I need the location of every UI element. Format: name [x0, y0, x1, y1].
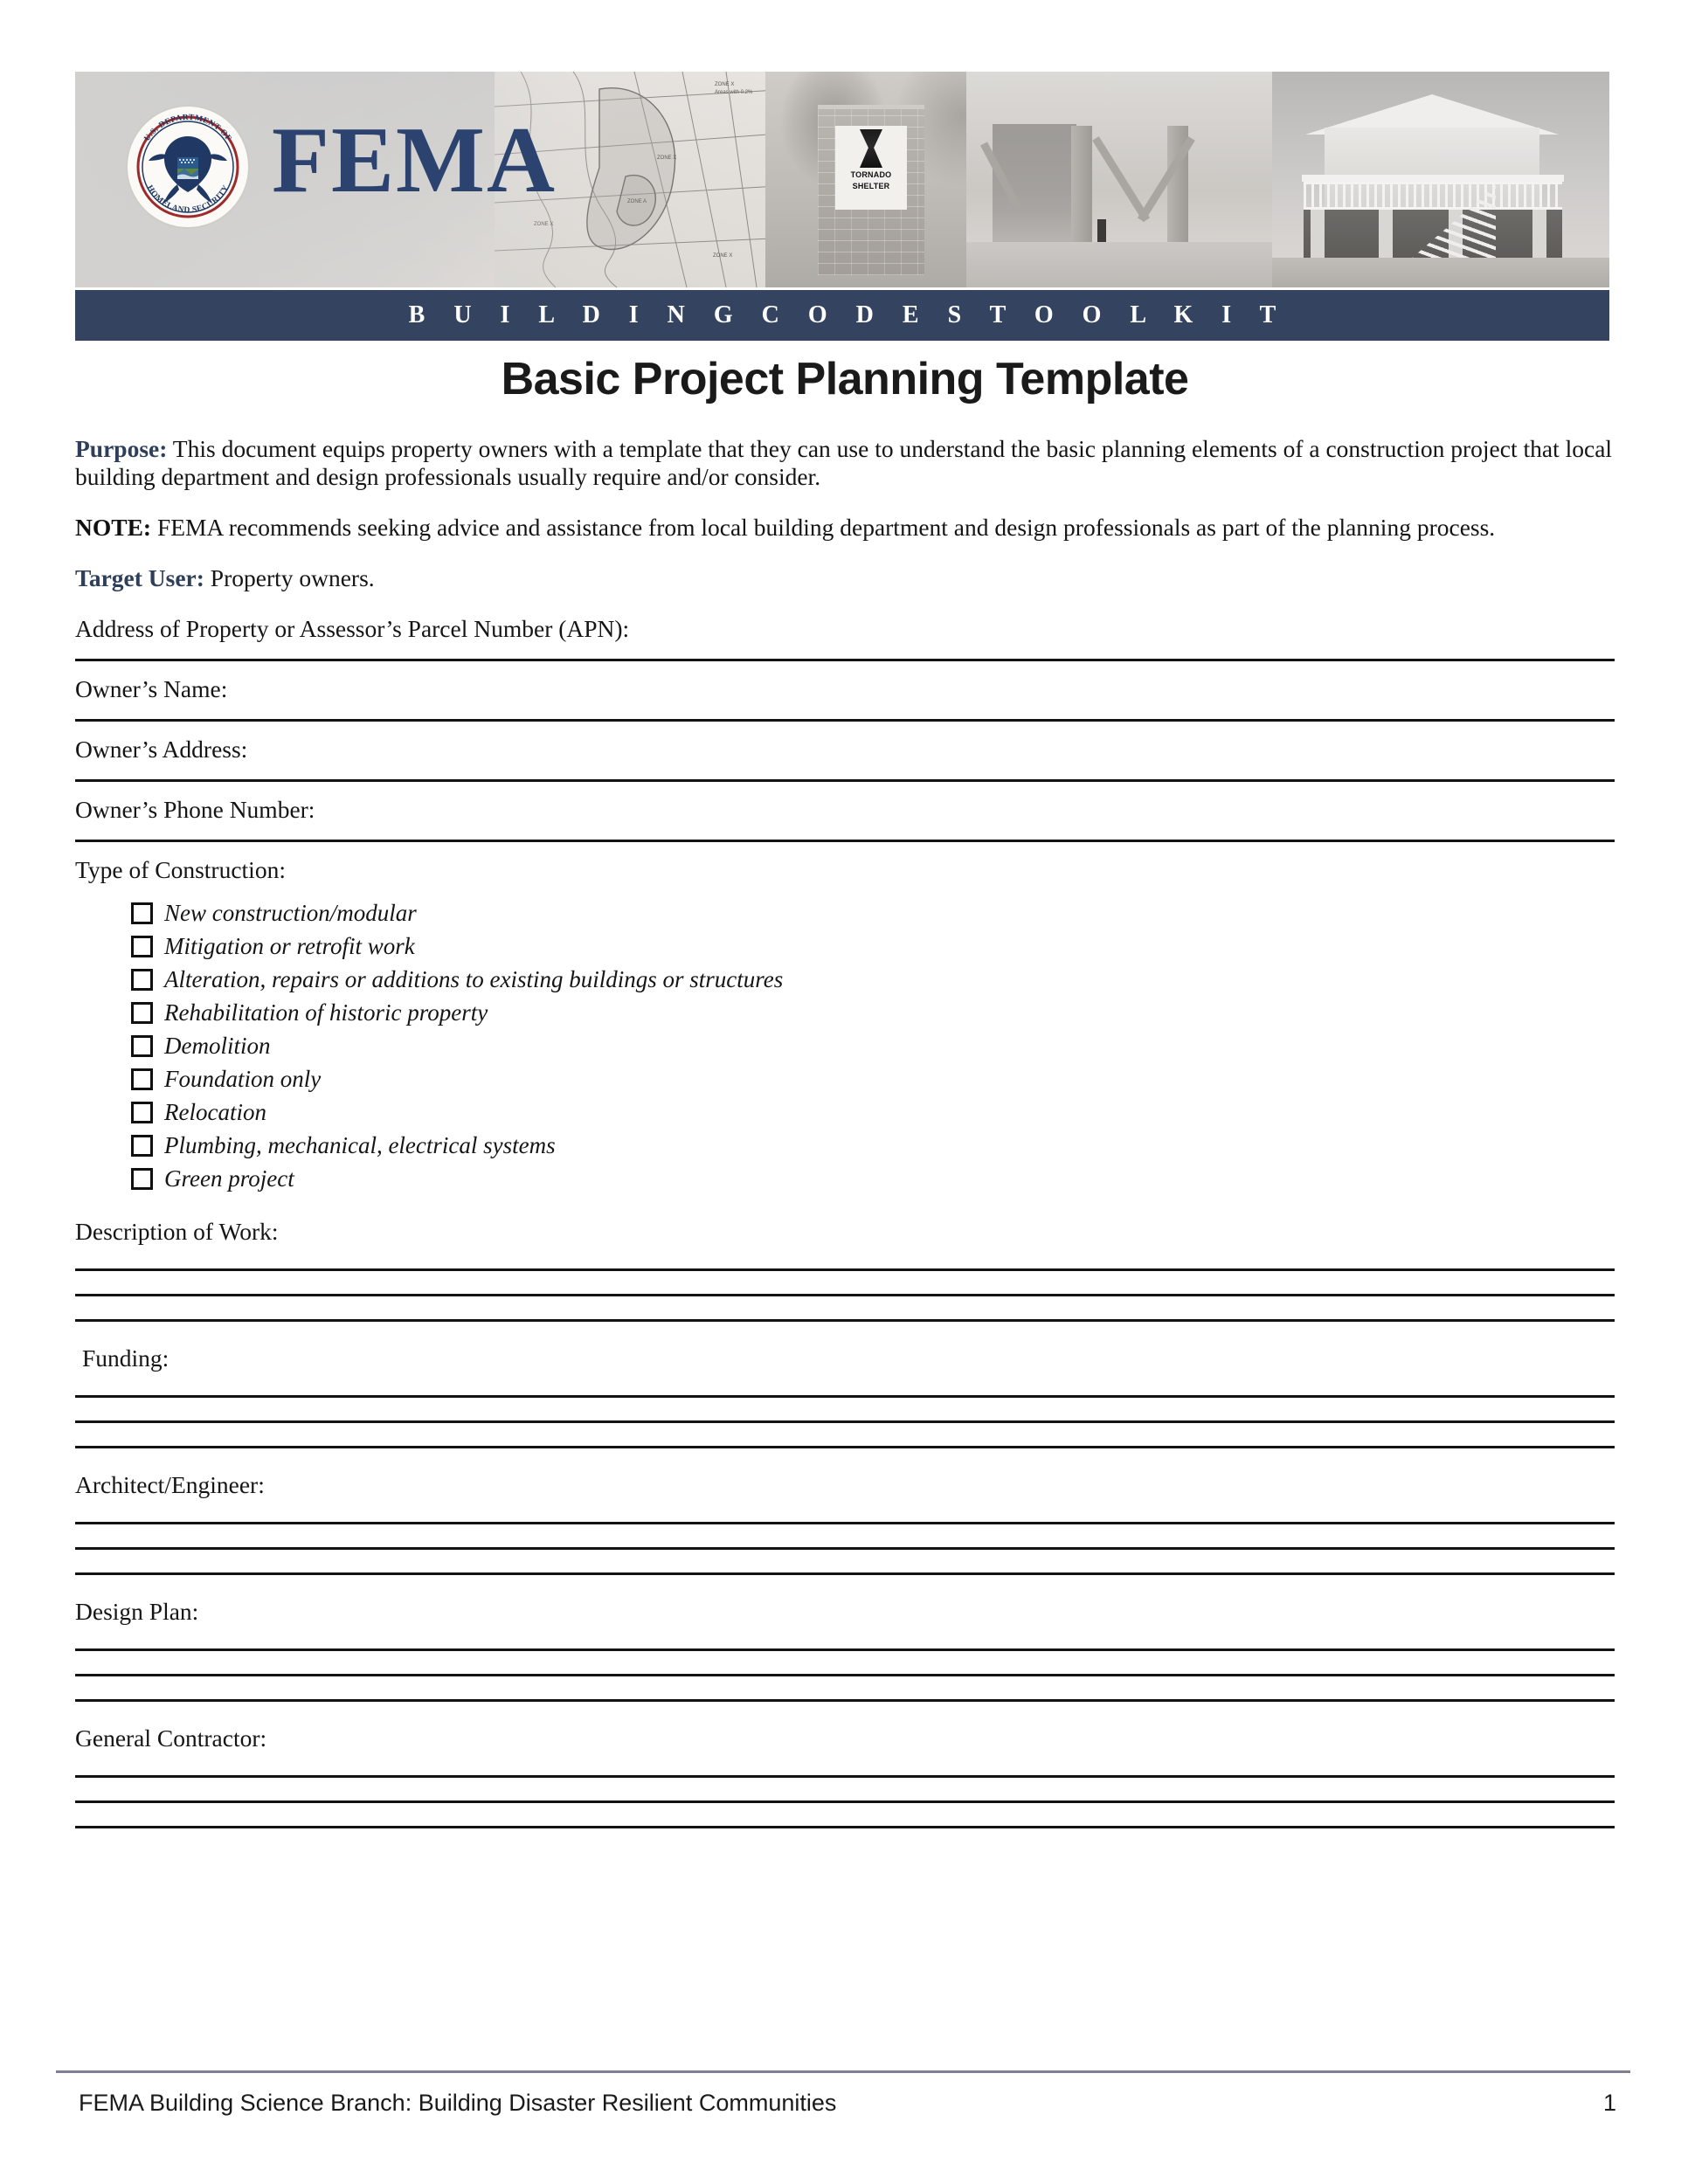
diagonal-brace — [1092, 136, 1151, 223]
checklist-item-label: Relocation — [164, 1099, 266, 1125]
pier — [1311, 210, 1325, 260]
plaza-floor — [966, 242, 1298, 287]
field-label-general-contractor: General Contractor: — [75, 1724, 267, 1752]
svg-text:ZONE X: ZONE X — [713, 253, 732, 259]
shelter-sign-line-1: TORNADO — [850, 170, 892, 179]
field-label-owner-name: Owner’s Name: — [75, 675, 228, 702]
building-codes-toolkit-bar: B U I L D I N G C O D E S T O O L K I T — [75, 290, 1609, 341]
pier-4 — [1532, 210, 1546, 260]
checklist-item[interactable]: Foundation only — [131, 1062, 1615, 1095]
checkbox-icon[interactable] — [131, 1034, 153, 1057]
field-architect-engineer: Architect/Engineer: — [75, 1471, 1615, 1575]
footer-text: FEMA Building Science Branch: Building D… — [79, 2090, 837, 2116]
field-owner-address: Owner’s Address: — [75, 736, 1615, 782]
elevated-house-photo — [1272, 72, 1609, 287]
checkbox-icon[interactable] — [131, 1167, 153, 1190]
pier-2 — [1379, 210, 1393, 260]
tornado-funnel-icon — [860, 129, 882, 168]
field-label-funding: Funding: — [82, 1344, 169, 1372]
write-in-line-contractor-3[interactable] — [75, 1826, 1615, 1828]
checklist-item[interactable]: Mitigation or retrofit work — [131, 930, 1615, 963]
checklist-item[interactable]: Alteration, repairs or additions to exis… — [131, 963, 1615, 996]
toolkit-bar-label: B U I L D I N G C O D E S T O O L K I T — [408, 301, 1288, 328]
checklist-item[interactable]: Rehabilitation of historic property — [131, 996, 1615, 1029]
tornado-shelter-sign: TORNADO SHELTER — [835, 126, 907, 210]
construction-type-checklist: New construction/modular Mitigation or r… — [75, 896, 1615, 1195]
shelter-sign-line-2: SHELTER — [852, 182, 890, 190]
field-label-type-of-construction: Type of Construction: — [75, 856, 286, 883]
checkbox-icon[interactable] — [131, 1001, 153, 1024]
document-body: Basic Project Planning Template Purpose:… — [75, 353, 1615, 1828]
checklist-item-label: Alteration, repairs or additions to exis… — [164, 966, 784, 992]
checkbox-icon[interactable] — [131, 1101, 153, 1123]
target-user-paragraph: Target User: Property owners. — [75, 564, 1615, 592]
document-page: ZONE X Areas with 0.2% ZONE X ZONE A ZON… — [0, 0, 1688, 2184]
target-user-lead: Target User: — [75, 564, 204, 591]
checklist-item-label: Demolition — [164, 1033, 271, 1059]
fema-wordmark: FEMA — [272, 108, 557, 212]
checklist-item-label: New construction/modular — [164, 900, 417, 926]
checkbox-icon[interactable] — [131, 935, 153, 957]
field-owner-name: Owner’s Name: — [75, 675, 1615, 722]
checklist-item-label: Mitigation or retrofit work — [164, 933, 415, 959]
braced-building-photo — [966, 72, 1298, 287]
field-description-of-work: Description of Work: — [75, 1218, 1615, 1322]
field-design-plan: Design Plan: — [75, 1598, 1615, 1702]
page-title: Basic Project Planning Template — [501, 354, 1189, 404]
purpose-lead: Purpose: — [75, 435, 168, 462]
field-label-architect-engineer: Architect/Engineer: — [75, 1471, 265, 1498]
purpose-text: This document equips property owners wit… — [75, 435, 1613, 490]
checklist-item-label: Rehabilitation of historic property — [164, 999, 488, 1026]
purpose-paragraph: Purpose: This document equips property o… — [75, 435, 1615, 491]
svg-text:ZONE X: ZONE X — [715, 82, 734, 87]
tornado-shelter-photo: TORNADO SHELTER — [765, 72, 993, 287]
page-footer: FEMA Building Science Branch: Building D… — [79, 2090, 1616, 2117]
note-lead: NOTE: — [75, 514, 152, 541]
dhs-seal-icon: U.S. DEPARTMENT OF HOMELAND SECURITY — [126, 105, 250, 229]
checklist-item-label: Plumbing, mechanical, electrical systems — [164, 1132, 556, 1158]
field-address-apn: Address of Property or Assessor’s Parcel… — [75, 615, 1615, 661]
checklist-item-label: Foundation only — [164, 1066, 322, 1092]
note-text: FEMA recommends seeking advice and assis… — [151, 514, 1496, 541]
svg-text:ZONE A: ZONE A — [627, 199, 647, 204]
field-label-owner-phone: Owner’s Phone Number: — [75, 796, 315, 823]
ground-plane — [1272, 258, 1609, 287]
checkbox-icon[interactable] — [131, 902, 153, 924]
checklist-item[interactable]: Green project — [131, 1162, 1615, 1195]
svg-text:Areas with 0.2%: Areas with 0.2% — [715, 90, 753, 95]
note-paragraph: NOTE: FEMA recommends seeking advice and… — [75, 514, 1615, 542]
footer-divider — [56, 2070, 1630, 2073]
svg-text:ZONE X: ZONE X — [657, 156, 676, 161]
checklist-item[interactable]: Demolition — [131, 1029, 1615, 1062]
checklist-item[interactable]: New construction/modular — [131, 896, 1615, 930]
checklist-item[interactable]: Relocation — [131, 1095, 1615, 1129]
field-owner-phone: Owner’s Phone Number: — [75, 796, 1615, 842]
checklist-item[interactable]: Plumbing, mechanical, electrical systems — [131, 1129, 1615, 1162]
checkbox-icon[interactable] — [131, 1068, 153, 1090]
porch-railing — [1304, 182, 1562, 210]
checklist-item-label: Green project — [164, 1165, 294, 1192]
field-label-address-apn: Address of Property or Assessor’s Parcel… — [75, 615, 630, 642]
porch-deck — [1302, 175, 1564, 182]
checkbox-icon[interactable] — [131, 968, 153, 991]
field-funding: Funding: — [75, 1344, 1615, 1448]
field-label-design-plan: Design Plan: — [75, 1598, 199, 1625]
target-user-text: Property owners. — [204, 564, 375, 591]
checkbox-icon[interactable] — [131, 1134, 153, 1157]
field-label-description-of-work: Description of Work: — [75, 1218, 279, 1245]
field-label-owner-address: Owner’s Address: — [75, 736, 248, 763]
header-banner: ZONE X Areas with 0.2% ZONE X ZONE A ZON… — [75, 72, 1609, 287]
field-general-contractor: General Contractor: — [75, 1724, 1615, 1828]
svg-text:ZONE X: ZONE X — [534, 222, 553, 227]
page-number: 1 — [1602, 2090, 1616, 2116]
